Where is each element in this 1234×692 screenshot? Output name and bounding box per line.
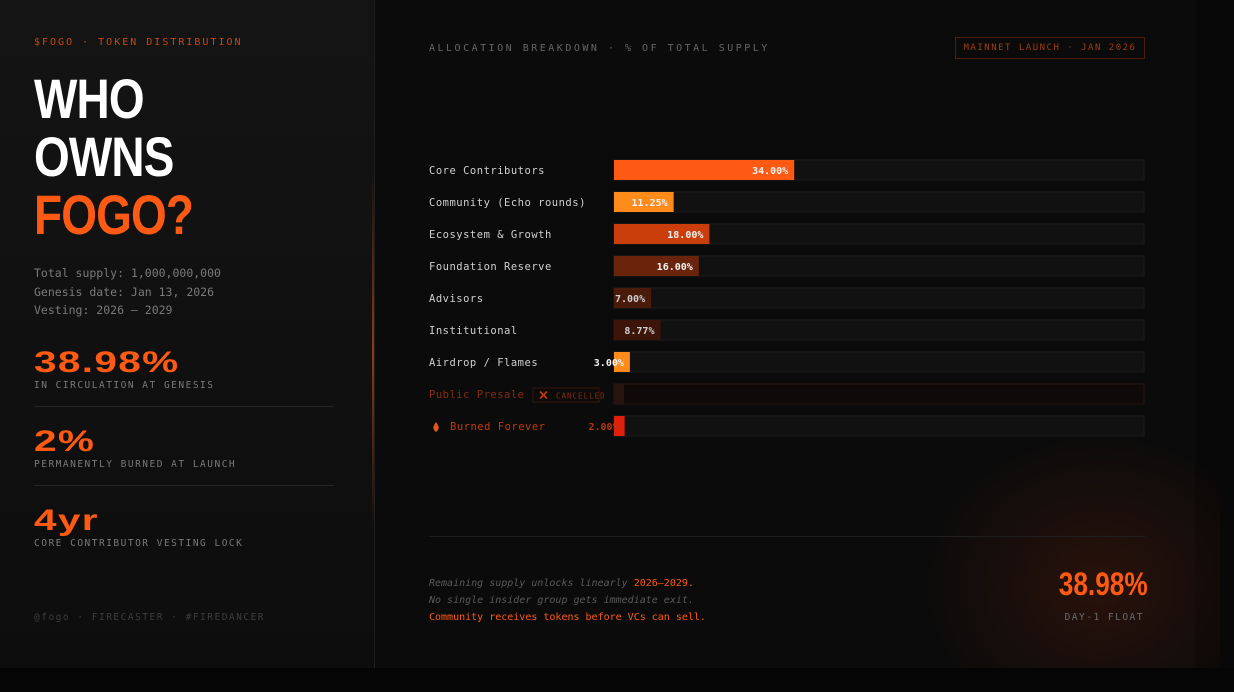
float-label: DAY-1 FLOAT (1064, 612, 1144, 623)
category-label: Public Presale (429, 389, 525, 401)
cancel-x-icon (539, 390, 548, 400)
category-label: Burned Forever (450, 421, 546, 433)
bar-track (613, 351, 1145, 373)
data-label: 11.25% (632, 198, 668, 209)
bar (614, 384, 624, 404)
float-value: 38.98% (1058, 566, 1148, 602)
data-label: 34.00% (752, 166, 788, 177)
data-label: 7.00% (615, 294, 645, 305)
category-label: Foundation Reserve (429, 261, 552, 273)
cancelled-tag: CANCELLED (556, 392, 606, 401)
data-label: 8.77% (624, 326, 654, 337)
category-label: Advisors (429, 293, 484, 305)
flame-icon (433, 422, 439, 432)
data-label: 18.00% (667, 230, 703, 241)
note-line-2: No single insider group gets immediate e… (429, 595, 694, 606)
bar-track (613, 287, 1145, 309)
section-divider (429, 536, 1145, 537)
category-label: Community (Echo rounds) (429, 197, 586, 209)
category-label: Airdrop / Flames (429, 357, 538, 369)
category-label: Core Contributors (429, 165, 545, 177)
category-label: Ecosystem & Growth (429, 229, 552, 241)
data-label: 2.00% (588, 422, 618, 433)
vesting-note: Remaining supply unlocks linearly 2026–2… (429, 575, 706, 626)
category-label: Institutional (429, 325, 518, 337)
bar-track (613, 191, 1145, 213)
bar-track (613, 383, 1145, 405)
bar-track (613, 319, 1145, 341)
data-label: 16.00% (657, 262, 693, 273)
bar-track (613, 415, 1145, 437)
note-line-3: Community receives tokens before VCs can… (429, 612, 706, 623)
data-label: 3.00% (594, 358, 624, 369)
note-line-1: Remaining supply unlocks linearly 2026–2… (429, 578, 694, 589)
